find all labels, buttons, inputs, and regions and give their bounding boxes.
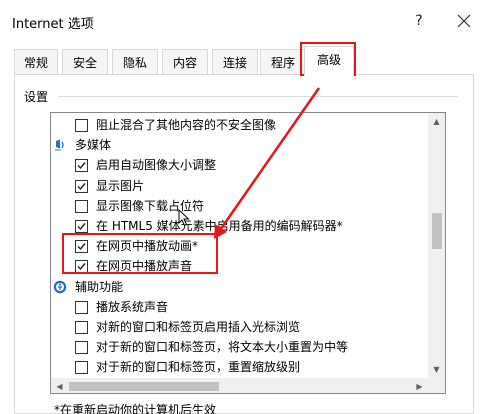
setting-option[interactable]: 显示图像下载占位符	[51, 196, 429, 216]
scroll-right-icon[interactable]: ▶	[411, 378, 428, 393]
scroll-up-icon[interactable]: ▲	[428, 113, 445, 130]
accessibility-icon	[53, 280, 67, 293]
setting-label: 阻止混合了其他内容的不安全图像	[96, 118, 277, 132]
checkbox-unchecked[interactable]	[75, 199, 88, 213]
checkmark-icon	[77, 182, 86, 190]
setting-option[interactable]: 启用自动图像大小调整	[51, 155, 429, 175]
scroll-down-icon[interactable]: ▼	[428, 361, 445, 378]
checkmark-icon	[77, 223, 86, 231]
close-icon	[457, 14, 471, 28]
tab-security[interactable]: 安全	[62, 49, 108, 75]
help-button[interactable]: ?	[406, 8, 432, 34]
settings-category: 辅助功能	[51, 277, 429, 297]
multimedia-icon	[55, 139, 64, 151]
title-bar: Internet 选项 ?	[0, 0, 484, 40]
horizontal-scroll-thumb[interactable]	[69, 382, 219, 391]
setting-option[interactable]: 播放系统声音	[51, 297, 429, 317]
section-divider	[58, 96, 458, 97]
checkmark-icon	[77, 162, 86, 170]
setting-option[interactable]: 对于新的窗口和标签页，重置缩放级别	[51, 357, 429, 377]
tab-privacy[interactable]: 隐私	[112, 49, 158, 75]
annotation-highlight-options	[62, 233, 218, 274]
setting-option[interactable]: 阻止混合了其他内容的不安全图像	[51, 115, 429, 135]
vertical-scroll-thumb[interactable]	[432, 213, 442, 249]
setting-label: 对新的窗口和标签页启用插入光标浏览	[96, 320, 301, 334]
setting-label: 对于新的窗口和标签页，重置缩放级别	[96, 360, 301, 375]
checkbox-unchecked[interactable]	[75, 341, 88, 355]
setting-option[interactable]: 显示图片	[51, 176, 429, 196]
settings-category: 多媒体	[51, 135, 429, 155]
window-title: Internet 选项	[12, 17, 94, 32]
checkbox-unchecked[interactable]	[75, 321, 88, 334]
checkbox-unchecked[interactable]	[75, 300, 88, 314]
category-label: 多媒体	[75, 138, 112, 153]
tab-connections[interactable]: 连接	[212, 49, 258, 75]
vertical-scrollbar[interactable]: ▲ ▼	[428, 113, 445, 378]
settings-section-label: 设置	[24, 90, 49, 104]
setting-option[interactable]: 对新的窗口和标签页启用插入光标浏览	[51, 317, 429, 337]
category-label: 辅助功能	[75, 279, 124, 294]
setting-label: 播放系统声音	[96, 299, 169, 314]
setting-label: 启用自动图像大小调整	[96, 158, 217, 173]
horizontal-scrollbar[interactable]: ◀ ▶	[51, 378, 428, 393]
scroll-left-icon[interactable]: ◀	[51, 378, 68, 393]
checkbox-checked[interactable]	[75, 179, 88, 193]
checkbox-checked[interactable]	[75, 220, 88, 233]
tab-content[interactable]: 内容	[162, 49, 208, 75]
setting-label: 对于新的窗口和标签页，将文本大小重置为中等	[96, 340, 349, 355]
scrollbar-corner	[428, 378, 445, 393]
setting-label: 显示图片	[96, 178, 145, 193]
setting-option[interactable]: 对于新的窗口和标签页，将文本大小重置为中等	[51, 337, 429, 357]
checkbox-unchecked[interactable]	[75, 361, 88, 375]
mouse-cursor-icon	[178, 209, 190, 227]
close-button[interactable]	[450, 8, 478, 34]
checkbox-checked[interactable]	[75, 159, 88, 173]
checkbox-unchecked[interactable]	[75, 119, 88, 132]
tab-advanced[interactable]: 高级	[304, 46, 354, 76]
restart-footnote: *在重新启动你的计算机后生效	[54, 403, 217, 414]
tab-general[interactable]: 常规	[14, 49, 58, 75]
